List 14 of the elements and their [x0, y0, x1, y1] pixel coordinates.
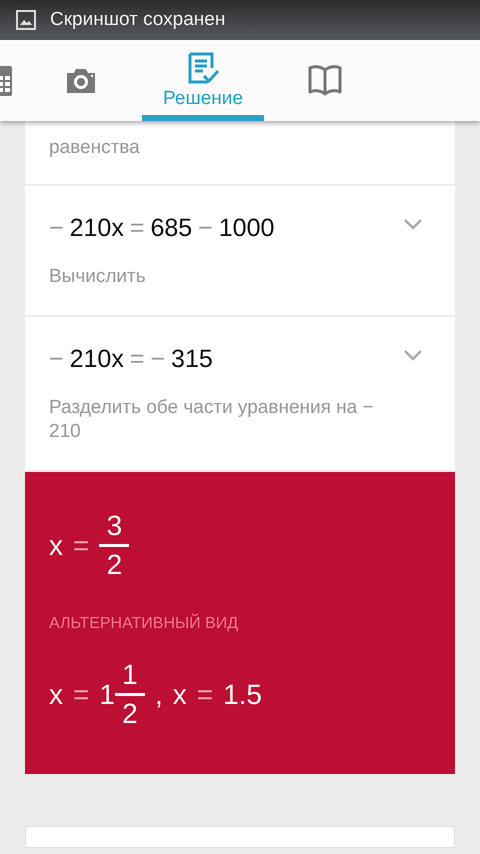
chevron-icon[interactable] [403, 349, 423, 361]
checked-document-icon [187, 52, 219, 84]
equation: − 210x = 685 − 1000 [49, 213, 274, 243]
book-icon [308, 64, 342, 98]
equation: − 210x = − 315 [49, 344, 213, 374]
image-icon [16, 10, 36, 30]
step-description: Разделить обе части уравнения на − 210 [49, 396, 375, 444]
notification-text: Скриншот сохранен [50, 9, 226, 31]
tab[interactable]: Решение [142, 40, 264, 121]
step-description: равенства [49, 136, 141, 160]
chevron-icon[interactable] [403, 218, 423, 230]
step-description: Вычислить [49, 265, 147, 289]
camera-icon [65, 66, 97, 94]
alternative-form-label: АЛЬТЕРНАТИВНЫЙ ВИД [49, 615, 240, 633]
